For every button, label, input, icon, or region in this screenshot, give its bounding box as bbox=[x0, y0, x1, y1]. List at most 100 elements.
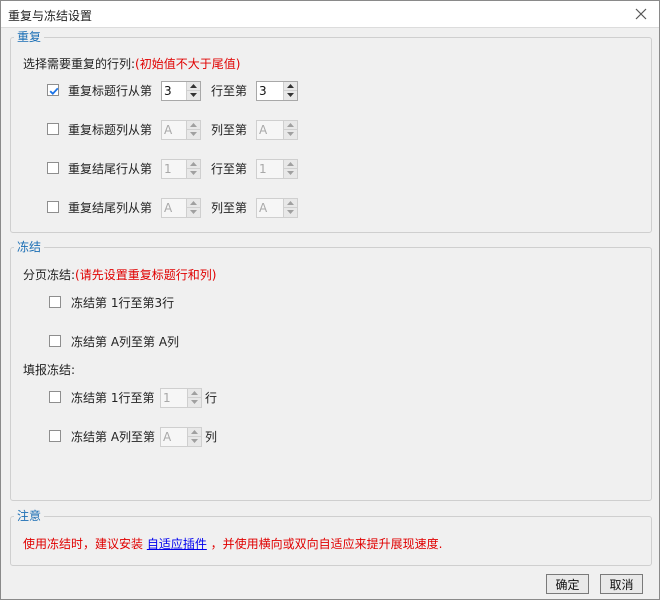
spin-down-button bbox=[284, 208, 297, 217]
repeat-title-row-to-spinner[interactable] bbox=[256, 81, 298, 101]
repeat-footer-col-checkbox[interactable] bbox=[47, 201, 59, 213]
arrow-down-icon bbox=[190, 171, 197, 175]
arrow-up-icon bbox=[287, 84, 294, 88]
repeat-footer-col-to-spinner bbox=[256, 198, 298, 218]
spin-up-button bbox=[187, 199, 200, 208]
repeat-title-row-to-input[interactable] bbox=[259, 84, 283, 98]
spin-down-button bbox=[187, 130, 200, 139]
spin-up-button bbox=[187, 160, 200, 169]
repeat-title-col-checkbox[interactable] bbox=[47, 123, 59, 135]
checkmark-icon bbox=[49, 87, 59, 95]
spin-up-button bbox=[188, 389, 201, 398]
repeat-footer-row-checkbox[interactable] bbox=[47, 162, 59, 174]
spin-down-button bbox=[284, 169, 297, 178]
spin-down-button[interactable] bbox=[187, 91, 200, 100]
cancel-button[interactable]: 取消 bbox=[600, 574, 643, 594]
freeze-legend: 冻结 bbox=[14, 240, 45, 254]
fill-freeze-col-suffix: 列 bbox=[205, 430, 218, 444]
spin-up-button[interactable] bbox=[284, 82, 297, 91]
spin-up-button bbox=[284, 121, 297, 130]
settings-dialog: 重复与冻结设置 重复 选择需要重复的行列:(初始值不大于尾值) 重复标题行从第 … bbox=[0, 0, 660, 600]
note-text-after: ，并使用横向或双向自适应来提升展现速度. bbox=[206, 537, 443, 551]
ok-button[interactable]: 确定 bbox=[546, 574, 589, 594]
adaptive-plugin-link[interactable]: 自适应插件 bbox=[147, 537, 207, 551]
spin-up-button bbox=[187, 121, 200, 130]
page-freeze-row-checkbox[interactable] bbox=[49, 296, 61, 308]
spin-down-button bbox=[188, 398, 201, 407]
repeat-legend: 重复 bbox=[14, 30, 45, 44]
close-button[interactable] bbox=[631, 4, 651, 24]
repeat-footer-col-mid: 列至第 bbox=[211, 201, 248, 215]
repeat-footer-row-label: 重复结尾行从第 bbox=[68, 162, 153, 176]
title-bar: 重复与冻结设置 bbox=[1, 1, 659, 28]
fill-freeze-row-prefix: 冻结第 1行至第 bbox=[71, 391, 155, 405]
arrow-up-icon bbox=[287, 123, 294, 127]
arrow-down-icon bbox=[191, 439, 198, 443]
repeat-footer-row-to-spinner bbox=[256, 159, 298, 179]
arrow-down-icon bbox=[191, 400, 198, 404]
spin-up-button bbox=[284, 199, 297, 208]
fill-freeze-row-spinner bbox=[160, 388, 202, 408]
arrow-up-icon bbox=[190, 162, 197, 166]
repeat-footer-row-from-spinner bbox=[161, 159, 201, 179]
arrow-down-icon bbox=[190, 210, 197, 214]
fill-freeze-col-checkbox[interactable] bbox=[49, 430, 61, 442]
page-freeze-row-label: 冻结第 1行至第3行 bbox=[71, 296, 175, 310]
spin-down-button[interactable] bbox=[284, 91, 297, 100]
repeat-title-row-checkbox[interactable] bbox=[47, 84, 59, 96]
fill-freeze-col-prefix: 冻结第 A列至第 bbox=[71, 430, 156, 444]
spin-down-button bbox=[187, 208, 200, 217]
repeat-footer-col-from-input bbox=[164, 201, 188, 215]
repeat-footer-col-to-input bbox=[259, 201, 283, 215]
spin-down-button bbox=[188, 437, 201, 446]
note-text-before: 使用冻结时，建议安装 bbox=[23, 537, 147, 551]
repeat-title-col-from-input bbox=[164, 123, 188, 137]
arrow-up-icon bbox=[287, 162, 294, 166]
fill-freeze-row-suffix: 行 bbox=[205, 391, 218, 405]
repeat-title-row-from-input[interactable] bbox=[164, 84, 188, 98]
arrow-down-icon bbox=[287, 210, 294, 214]
arrow-up-icon bbox=[190, 84, 197, 88]
repeat-title-col-label: 重复标题列从第 bbox=[68, 123, 153, 137]
close-icon bbox=[635, 8, 647, 20]
repeat-footer-col-label: 重复结尾列从第 bbox=[68, 201, 153, 215]
arrow-up-icon bbox=[191, 391, 198, 395]
page-freeze-col-checkbox[interactable] bbox=[49, 335, 61, 347]
note-group: 注意 使用冻结时，建议安装 自适应插件 ，并使用横向或双向自适应来提升展现速度. bbox=[10, 509, 652, 566]
fill-freeze-row-input bbox=[163, 391, 187, 405]
repeat-group: 重复 选择需要重复的行列:(初始值不大于尾值) 重复标题行从第 行至第 重复标题… bbox=[10, 30, 652, 233]
spin-up-button[interactable] bbox=[187, 82, 200, 91]
repeat-title-col-to-input bbox=[259, 123, 283, 137]
spin-down-button bbox=[187, 169, 200, 178]
spin-up-button bbox=[284, 160, 297, 169]
repeat-title-col-from-spinner bbox=[161, 120, 201, 140]
arrow-up-icon bbox=[190, 201, 197, 205]
arrow-down-icon bbox=[190, 132, 197, 136]
spin-up-button bbox=[188, 428, 201, 437]
repeat-intro-note: (初始值不大于尾值) bbox=[135, 57, 241, 71]
repeat-footer-row-to-input bbox=[259, 162, 283, 176]
repeat-title-row-mid: 行至第 bbox=[211, 84, 248, 98]
repeat-title-col-mid: 列至第 bbox=[211, 123, 248, 137]
repeat-footer-col-from-spinner bbox=[161, 198, 201, 218]
page-freeze-heading: 分页冻结:(请先设置重复标题行和列) bbox=[23, 268, 216, 282]
freeze-group: 冻结 分页冻结:(请先设置重复标题行和列) 冻结第 1行至第3行 冻结第 A列至… bbox=[10, 240, 652, 501]
page-freeze-note: (请先设置重复标题行和列) bbox=[75, 268, 217, 282]
spin-down-button bbox=[284, 130, 297, 139]
arrow-up-icon bbox=[287, 201, 294, 205]
dialog-title: 重复与冻结设置 bbox=[8, 9, 93, 23]
arrow-up-icon bbox=[190, 123, 197, 127]
arrow-down-icon bbox=[287, 132, 294, 136]
arrow-up-icon bbox=[191, 430, 198, 434]
arrow-down-icon bbox=[287, 171, 294, 175]
note-legend: 注意 bbox=[14, 509, 45, 523]
page-freeze-label: 分页冻结: bbox=[23, 268, 76, 282]
repeat-intro-text: 选择需要重复的行列: bbox=[23, 57, 136, 71]
repeat-title-row-label: 重复标题行从第 bbox=[68, 84, 153, 98]
fill-freeze-col-input bbox=[163, 430, 187, 444]
fill-freeze-col-spinner bbox=[160, 427, 202, 447]
repeat-intro: 选择需要重复的行列:(初始值不大于尾值) bbox=[23, 57, 240, 71]
fill-freeze-row-checkbox[interactable] bbox=[49, 391, 61, 403]
fill-freeze-label: 填报冻结: bbox=[23, 363, 76, 377]
repeat-title-row-from-spinner[interactable] bbox=[161, 81, 201, 101]
